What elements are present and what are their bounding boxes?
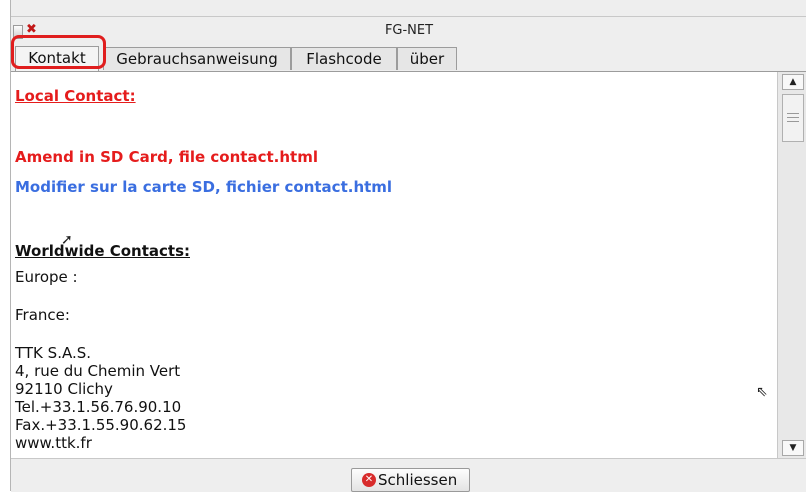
tab-strip: Kontakt Gebrauchsanweisung Flashcode übe… xyxy=(11,45,806,72)
tab-kontakt[interactable]: Kontakt xyxy=(15,46,99,71)
worldwide-contacts-heading: Worldwide Contacts: xyxy=(15,242,190,260)
address-line: Fax.+33.1.55.90.62.15 xyxy=(15,416,187,434)
scroll-down-arrow-icon[interactable]: ▼ xyxy=(782,440,804,456)
local-contact-heading: Local Contact: xyxy=(15,87,136,105)
address-line: 92110 Clichy xyxy=(15,380,113,398)
dialog-window: ✖ FG-NET Kontakt Gebrauchsanweisung Flas… xyxy=(10,0,806,492)
tab-flashcode[interactable]: Flashcode xyxy=(291,47,397,70)
mouse-pointer-icon: ⇖ xyxy=(756,384,768,400)
title-bar: ✖ FG-NET xyxy=(11,16,806,45)
tab-gebrauchsanweisung[interactable]: Gebrauchsanweisung xyxy=(103,47,291,70)
france-label: France: xyxy=(15,306,70,324)
schliessen-button[interactable]: ✕ Schliessen xyxy=(351,468,470,492)
schliessen-label: Schliessen xyxy=(378,471,458,489)
address-line: TTK S.A.S. xyxy=(15,344,92,362)
address-line: Tel.+33.1.56.76.90.10 xyxy=(15,398,182,416)
address-line: 4, rue du Chemin Vert xyxy=(15,362,181,380)
grip-line xyxy=(787,121,799,122)
grip-line xyxy=(787,113,799,114)
tab-uber[interactable]: über xyxy=(397,47,457,70)
scroll-up-arrow-icon[interactable]: ▲ xyxy=(782,74,804,90)
scrollbar-thumb[interactable] xyxy=(782,94,804,142)
europe-label: Europe : xyxy=(15,268,78,286)
amend-english-text: Amend in SD Card, file contact.html xyxy=(15,148,318,166)
grip-line xyxy=(787,117,799,118)
contact-content: Local Contact: Amend in SD Card, file co… xyxy=(11,72,777,458)
vertical-scrollbar[interactable]: ▲ ▼ xyxy=(777,72,806,458)
amend-french-text: Modifier sur la carte SD, fichier contac… xyxy=(15,178,393,196)
window-title: FG-NET xyxy=(384,23,434,38)
mouse-pointer-icon: ➚ xyxy=(61,232,73,248)
button-bar: ✕ Schliessen xyxy=(11,458,806,492)
website-link[interactable]: www.ttk.fr xyxy=(15,434,92,452)
close-icon: ✕ xyxy=(362,473,376,487)
